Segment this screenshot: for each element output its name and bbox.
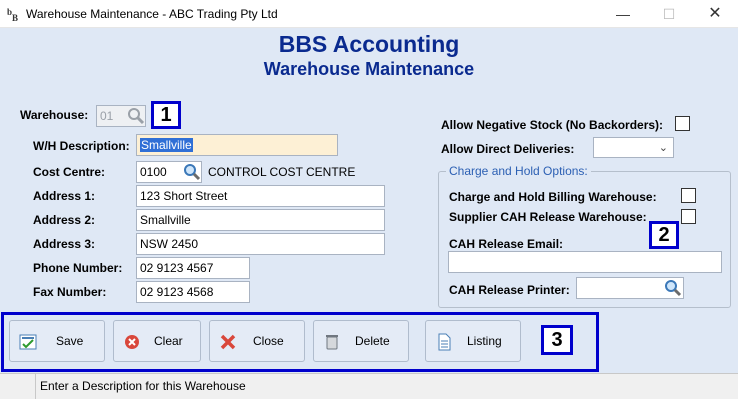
description-input[interactable]: Smallville <box>136 134 338 156</box>
close-window-button[interactable]: ✕ <box>692 0 738 28</box>
billing-warehouse-checkbox[interactable] <box>681 188 696 203</box>
listing-icon <box>438 333 451 351</box>
printer-lookup-icon[interactable] <box>663 278 683 298</box>
supplier-release-checkbox[interactable] <box>681 209 696 224</box>
release-email-input[interactable] <box>448 251 722 273</box>
billing-warehouse-label: Charge and Hold Billing Warehouse: <box>449 190 657 204</box>
warehouse-label: Warehouse: <box>20 108 89 122</box>
allow-negative-checkbox[interactable] <box>675 116 690 131</box>
supplier-release-label: Supplier CAH Release Warehouse: <box>449 210 647 224</box>
close-button[interactable]: Close <box>209 320 305 362</box>
allow-negative-label: Allow Negative Stock (No Backorders): <box>441 118 664 132</box>
address3-value: NSW 2450 <box>140 237 199 251</box>
allow-direct-label: Allow Direct Deliveries: <box>441 142 575 156</box>
svg-text:B: B <box>12 13 18 22</box>
address3-input[interactable]: NSW 2450 <box>136 233 385 255</box>
address1-value: 123 Short Street <box>140 189 228 203</box>
cost-centre-name: CONTROL COST CENTRE <box>208 165 356 179</box>
callout-3: 3 <box>541 325 573 355</box>
app-heading: BBS Accounting <box>278 31 460 57</box>
cost-centre-value: 0100 <box>140 165 167 179</box>
status-segment <box>0 374 36 399</box>
warehouse-value: 01 <box>100 109 114 123</box>
callout-1: 1 <box>151 101 181 129</box>
clear-button[interactable]: Clear <box>113 320 201 362</box>
title-bar: b B Warehouse Maintenance - ABC Trading … <box>0 0 738 28</box>
clear-label: Clear <box>154 334 183 348</box>
phone-value: 02 9123 4567 <box>140 261 214 275</box>
close-icon <box>220 334 236 350</box>
cost-centre-lookup-icon[interactable] <box>182 162 202 182</box>
app-icon: b B <box>7 7 18 22</box>
address3-label: Address 3: <box>33 237 96 251</box>
fax-label: Fax Number: <box>33 285 107 299</box>
address1-input[interactable]: 123 Short Street <box>136 185 385 207</box>
status-message: Enter a Description for this Warehouse <box>40 379 246 393</box>
charge-hold-group-title: Charge and Hold Options: <box>446 164 591 178</box>
callout-2: 2 <box>649 221 679 249</box>
close-label: Close <box>253 334 284 348</box>
page-title: Warehouse Maintenance <box>263 59 475 79</box>
phone-input[interactable]: 02 9123 4567 <box>136 257 250 279</box>
fax-value: 02 9123 4568 <box>140 285 214 299</box>
delete-icon <box>326 335 338 350</box>
fax-input[interactable]: 02 9123 4568 <box>136 281 250 303</box>
phone-label: Phone Number: <box>33 261 123 275</box>
address2-input[interactable]: Smallville <box>136 209 385 231</box>
delete-button[interactable]: Delete <box>313 320 409 362</box>
description-label: W/H Description: <box>33 139 130 153</box>
address2-label: Address 2: <box>33 213 96 227</box>
delete-label: Delete <box>355 334 390 348</box>
cost-centre-label: Cost Centre: <box>33 165 106 179</box>
allow-direct-select[interactable]: ⌄ <box>593 137 674 158</box>
window-title: Warehouse Maintenance - ABC Trading Pty … <box>26 7 278 21</box>
chevron-down-icon: ⌄ <box>658 142 668 154</box>
warehouse-lookup-icon[interactable] <box>126 106 146 126</box>
maximize-button[interactable]: ☐ <box>646 0 692 28</box>
save-icon <box>19 334 37 350</box>
status-bar: Enter a Description for this Warehouse <box>0 373 738 399</box>
clear-icon <box>125 335 139 349</box>
save-button[interactable]: Save <box>9 320 105 362</box>
address1-label: Address 1: <box>33 189 96 203</box>
release-email-label: CAH Release Email: <box>449 237 564 251</box>
description-value: Smallville <box>140 138 193 152</box>
listing-label: Listing <box>467 334 502 348</box>
minimize-button[interactable]: — <box>600 0 646 28</box>
address2-value: Smallville <box>140 213 191 227</box>
listing-button[interactable]: Listing <box>425 320 521 362</box>
save-label: Save <box>56 334 84 348</box>
release-printer-label: CAH Release Printer: <box>449 283 570 297</box>
